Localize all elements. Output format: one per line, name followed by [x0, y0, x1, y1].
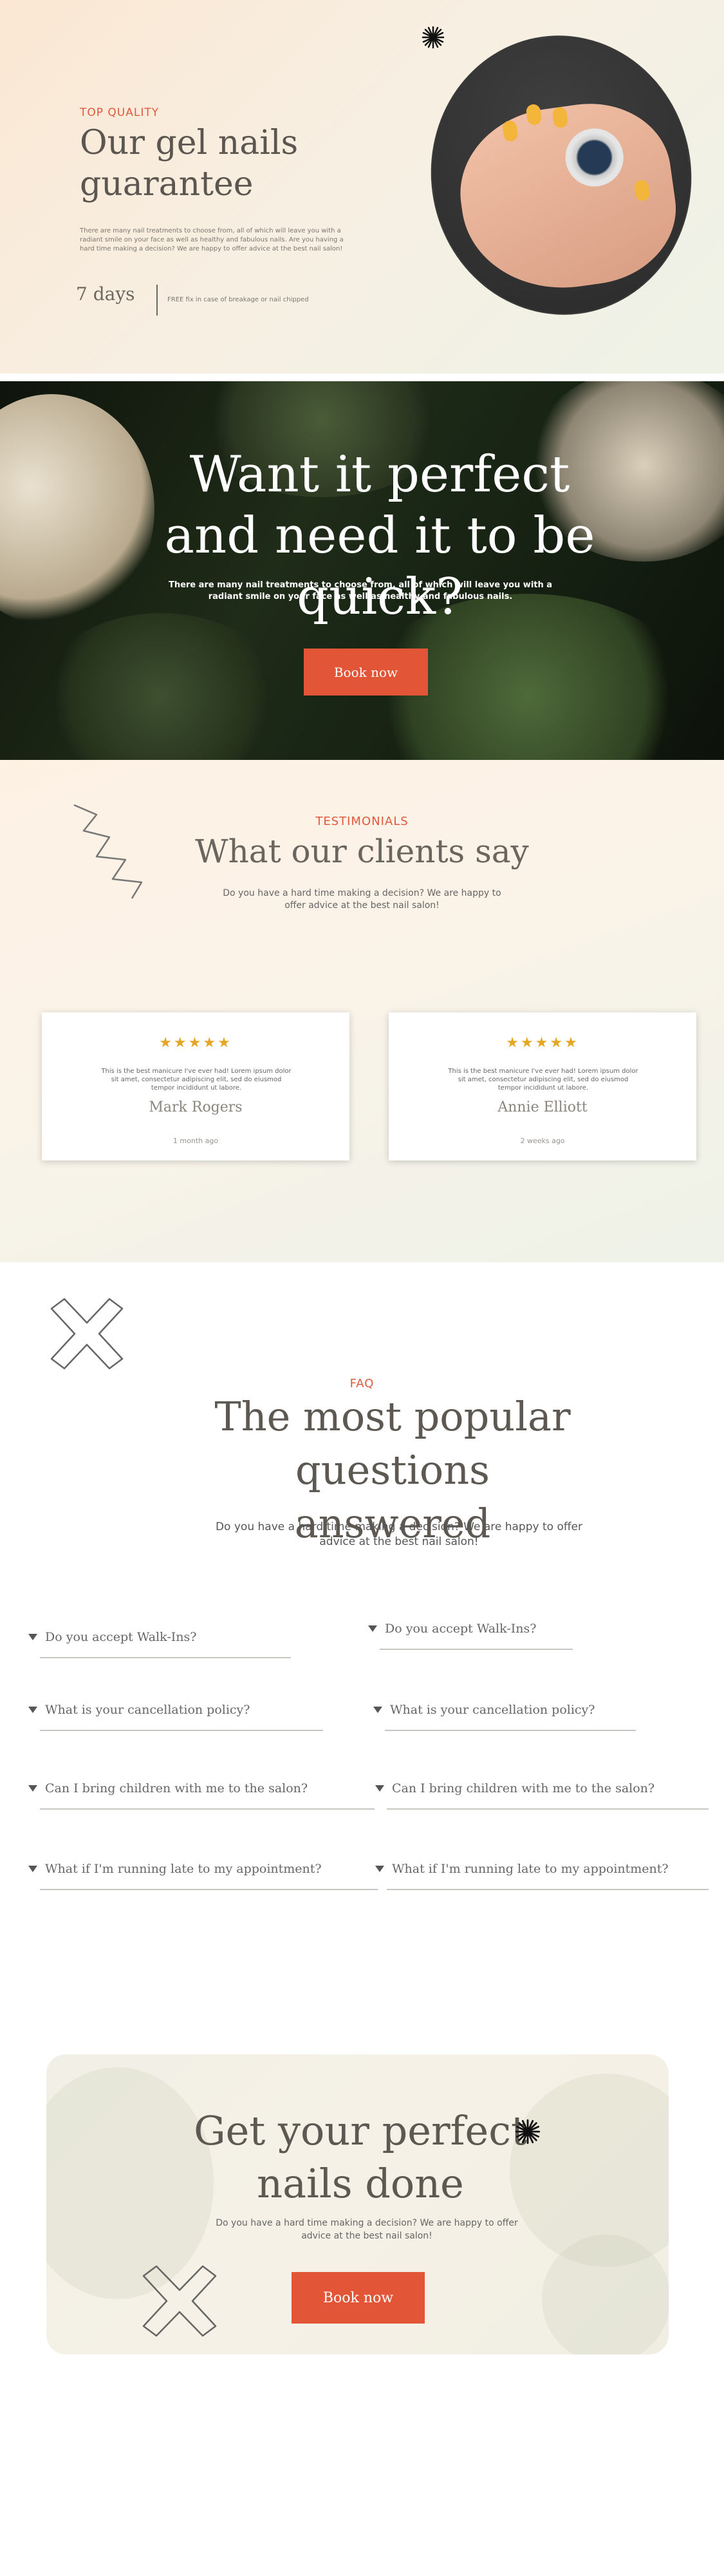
- cta-subtitle: Do you have a hard time making a decisio…: [216, 2218, 518, 2241]
- faq-question: What if I'm running late to my appointme…: [45, 1862, 322, 1876]
- book-now-button[interactable]: Book now: [292, 2272, 425, 2324]
- faq-eyebrow: FAQ: [349, 1377, 375, 1390]
- palm-leaf-decoration: [542, 2235, 669, 2354]
- divider: [40, 1808, 375, 1810]
- divider: [387, 1889, 709, 1890]
- testimonial-date: 2 weeks ago: [520, 1137, 565, 1145]
- faq-question: What is your cancellation policy?: [45, 1703, 250, 1717]
- rating-stars: ★★★★★: [506, 1035, 579, 1051]
- testimonials-title: What our clients say: [195, 833, 529, 870]
- testimonial-author: Annie Elliott: [497, 1099, 588, 1115]
- divider: [156, 285, 158, 316]
- testimonial-author: Mark Rogers: [149, 1099, 243, 1115]
- guarantee-eyebrow: TOP QUALITY: [80, 106, 160, 119]
- caret-down-icon: [375, 1785, 384, 1792]
- leaf-decoration: [0, 394, 154, 626]
- divider: [40, 1889, 378, 1890]
- guarantee-title: Our gel nails guarantee: [80, 124, 299, 204]
- testimonials-eyebrow: TESTIMONIALS: [315, 815, 409, 828]
- testimonial-card: ★★★★★ This is the best manicure I've eve…: [42, 1012, 349, 1160]
- caret-down-icon: [28, 1785, 37, 1792]
- faq-question: Can I bring children with me to the salo…: [392, 1781, 655, 1795]
- testimonial-quote: This is the best manicure I've ever had!…: [101, 1068, 292, 1092]
- caret-down-icon: [368, 1625, 377, 1632]
- guarantee-text: There are many nail treatments to choose…: [80, 227, 344, 252]
- divider: [40, 1730, 323, 1731]
- faq-subtitle: Do you have a hard time making a decisio…: [215, 1520, 583, 1548]
- guarantee-days-value: 7 days: [76, 283, 135, 305]
- divider: [387, 1808, 709, 1810]
- caret-down-icon: [375, 1866, 384, 1872]
- rating-stars: ★★★★★: [159, 1035, 232, 1051]
- caret-down-icon: [28, 1866, 37, 1872]
- leaf-decoration: [39, 613, 283, 760]
- testimonial-card: ★★★★★ This is the best manicure I've eve…: [389, 1012, 696, 1160]
- faq-question: Do you accept Walk-Ins?: [385, 1622, 537, 1636]
- hand-shape: [449, 93, 685, 301]
- guarantee-days-note: FREE fix in case of breakage or nail chi…: [167, 296, 309, 303]
- cta-title: Get your perfect nails done: [194, 2107, 527, 2207]
- testimonial-quote: This is the best manicure I've ever had!…: [448, 1068, 638, 1092]
- faq-question: Can I bring children with me to the salo…: [45, 1781, 308, 1795]
- divider: [385, 1730, 636, 1731]
- x-cross-decoration: [142, 2265, 217, 2337]
- book-now-button[interactable]: Book now: [304, 649, 428, 696]
- caret-down-icon: [28, 1634, 37, 1640]
- testimonial-date: 1 month ago: [172, 1137, 219, 1145]
- x-cross-decoration: [50, 1298, 124, 1370]
- faq-question: Do you accept Walk-Ins?: [45, 1630, 197, 1644]
- caret-down-icon: [28, 1707, 37, 1713]
- banner-subtitle: There are many nail treatments to choose…: [168, 580, 553, 601]
- testimonials-subtitle: Do you have a hard time making a decisio…: [223, 888, 501, 911]
- divider: [40, 1657, 291, 1658]
- faq-question: What if I'm running late to my appointme…: [392, 1862, 669, 1876]
- divider: [380, 1649, 573, 1650]
- faq-question: What is your cancellation policy?: [390, 1703, 595, 1717]
- caret-down-icon: [373, 1707, 382, 1713]
- sparkle-icon: [422, 26, 445, 49]
- sparkle-icon: [515, 2119, 541, 2145]
